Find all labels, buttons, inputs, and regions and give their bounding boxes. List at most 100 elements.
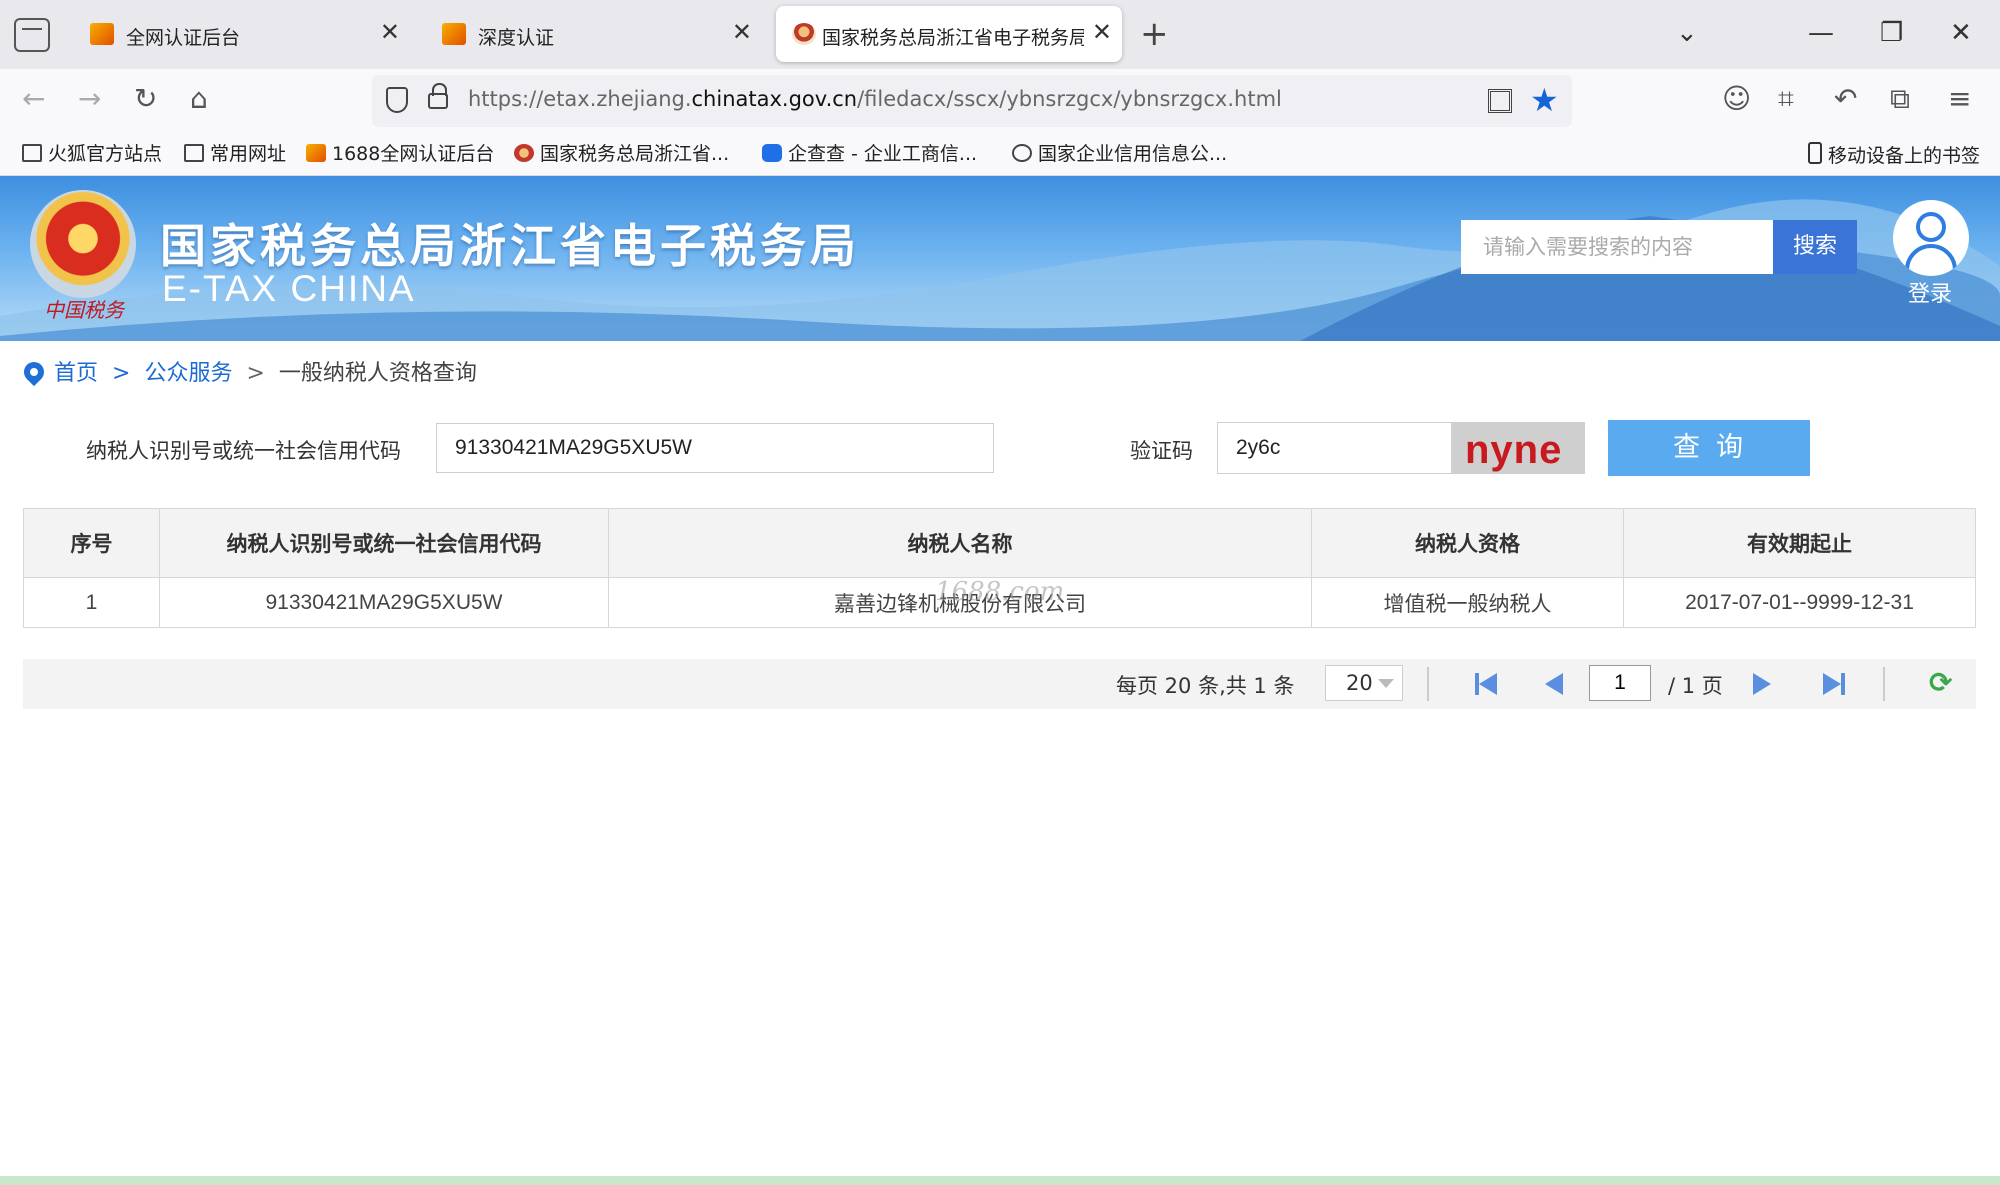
user-avatar-icon[interactable] (1893, 200, 1969, 276)
window-close-icon[interactable]: ✕ (1950, 16, 1972, 50)
pager-divider (1883, 667, 1885, 701)
tab-title: 深度认证 (478, 27, 555, 49)
bookmark-item[interactable]: 火狐官方站点 (22, 142, 162, 166)
tab-list-icon[interactable] (14, 18, 50, 52)
site-search-button[interactable]: 搜索 (1773, 220, 1857, 274)
bookmarks-bar: 火狐官方站点 常用网址 1688全网认证后台 国家税务总局浙江省... 企查查 … (0, 132, 2000, 176)
table-header-row: 序号 纳税人识别号或统一社会信用代码 纳税人名称 纳税人资格 有效期起止 (23, 508, 1976, 578)
close-icon[interactable]: ✕ (380, 18, 400, 46)
back-icon[interactable]: ← (22, 81, 45, 117)
breadcrumb-current: 一般纳税人资格查询 (278, 361, 477, 386)
shield-icon[interactable] (386, 87, 408, 113)
site-search-input[interactable] (1461, 220, 1773, 274)
site-banner: 中国税务 国家税务总局浙江省电子税务局 E-TAX CHINA 搜索 登录 (0, 176, 2000, 341)
breadcrumb-separator: > (246, 361, 265, 386)
first-page-icon[interactable] (1475, 673, 1499, 695)
breadcrumb-section[interactable]: 公众服务 (144, 361, 232, 386)
url-bar[interactable]: https://etax.zhejiang.chinatax.gov.cn/fi… (372, 75, 1572, 127)
captcha-image-text: nyne (1465, 428, 1563, 472)
column-header: 纳税人名称 (608, 508, 1312, 578)
bookmark-item[interactable]: 国家税务总局浙江省... (514, 142, 729, 166)
query-button[interactable]: 查询 (1608, 420, 1810, 476)
pager: 每页 20 条,共 1 条 20 / 1 页 ⟳ (23, 659, 1976, 709)
row-index: 1 (23, 577, 160, 628)
taxpayer-id-label: 纳税人识别号或统一社会信用代码 (86, 439, 401, 463)
site-subtitle: E-TAX CHINA (162, 268, 416, 309)
close-icon[interactable]: ✕ (732, 18, 752, 46)
favicon-orange-icon (442, 23, 466, 45)
result-table: 序号 纳税人识别号或统一社会信用代码 纳税人名称 纳税人资格 有效期起止 1 9… (23, 508, 1976, 628)
page-number-input[interactable] (1589, 665, 1651, 701)
bookmark-item[interactable]: 国家企业信用信息公... (1012, 142, 1227, 166)
extensions-icon[interactable]: ⧉ (1890, 81, 1910, 117)
qr-code-icon[interactable] (1488, 89, 1512, 113)
captcha-image[interactable]: nyne (1451, 422, 1585, 474)
tab-title: 全网认证后台 (126, 27, 241, 49)
bookmark-star-icon[interactable]: ★ (1530, 81, 1559, 119)
breadcrumb: 首页 > 公众服务 > 一般纳税人资格查询 (19, 356, 477, 392)
chevron-down-icon[interactable]: ⌄ (1676, 16, 1698, 50)
site-title: 国家税务总局浙江省电子税务局 (160, 219, 860, 273)
last-page-icon[interactable] (1823, 673, 1847, 695)
lock-icon[interactable] (428, 83, 448, 109)
favicon-orange-icon (90, 23, 114, 45)
tab-etax-active[interactable]: 国家税务总局浙江省电子税务局 ✕ (776, 6, 1122, 62)
home-icon[interactable]: ⌂ (190, 81, 208, 117)
watermark: 1688.com (935, 577, 1065, 607)
favicon-tax-icon (514, 144, 534, 162)
favicon-tax-icon (792, 23, 816, 45)
tab-title: 国家税务总局浙江省电子税务局 (822, 27, 1084, 49)
bookmark-item[interactable]: 企查查 - 企业工商信... (762, 142, 977, 166)
new-tab-icon[interactable]: + (1140, 14, 1169, 54)
column-header: 序号 (23, 508, 160, 578)
row-taxpayer-qualification: 增值税一般纳税人 (1311, 577, 1624, 628)
globe-icon (1012, 144, 1032, 162)
browser-tab-bar: 全网认证后台 ✕ 深度认证 ✕ 国家税务总局浙江省电子税务局 ✕ + ⌄ — ❐… (0, 0, 2000, 69)
restore-icon[interactable]: ❐ (1880, 16, 1903, 50)
login-link[interactable]: 登录 (1908, 276, 1952, 308)
phone-icon (1808, 142, 1822, 164)
refresh-icon[interactable]: ⟳ (1929, 667, 1952, 699)
next-page-icon[interactable] (1753, 673, 1777, 695)
tab-shendu[interactable]: 深度认证 ✕ (422, 6, 766, 62)
column-header: 有效期起止 (1623, 508, 1976, 578)
caret-down-icon (1378, 679, 1394, 688)
tab-quanwang[interactable]: 全网认证后台 ✕ (70, 6, 414, 62)
browser-nav-bar: ← → ↻ ⌂ https://etax.zhejiang.chinatax.g… (0, 69, 2000, 132)
column-header: 纳税人资格 (1311, 508, 1624, 578)
undo-icon[interactable]: ↶ (1834, 81, 1857, 117)
url-text[interactable]: https://etax.zhejiang.chinatax.gov.cn/fi… (468, 87, 1282, 111)
column-header: 纳税人识别号或统一社会信用代码 (159, 508, 609, 578)
captcha-input[interactable] (1217, 422, 1453, 474)
reload-icon[interactable]: ↻ (134, 81, 157, 117)
captcha-label: 验证码 (1130, 439, 1193, 463)
breadcrumb-home[interactable]: 首页 (54, 361, 98, 386)
folder-icon (184, 144, 204, 162)
close-icon[interactable]: ✕ (1092, 18, 1112, 46)
national-emblem-icon (30, 190, 136, 298)
favicon-orange-icon (306, 144, 326, 162)
page-total: / 1 页 (1668, 674, 1723, 698)
favicon-qcc-icon (762, 144, 782, 162)
crop-icon[interactable]: ⌗ (1778, 81, 1794, 117)
folder-icon (22, 144, 42, 162)
bookmark-item[interactable]: 1688全网认证后台 (306, 142, 494, 166)
location-pin-icon (19, 357, 49, 387)
taxpayer-id-input[interactable] (436, 423, 994, 473)
breadcrumb-separator: > (112, 361, 131, 386)
minimize-icon[interactable]: — (1808, 16, 1834, 50)
pager-divider (1427, 667, 1429, 701)
prev-page-icon[interactable] (1545, 673, 1569, 695)
emblem-caption: 中国税务 (44, 298, 124, 322)
bookmark-item[interactable]: 常用网址 (184, 142, 286, 166)
page-size-value: 20 (1346, 671, 1373, 695)
row-validity-period: 2017-07-01--9999-12-31 (1623, 577, 1976, 628)
forward-icon[interactable]: → (78, 81, 101, 117)
pager-info: 每页 20 条,共 1 条 (1116, 674, 1295, 698)
account-icon[interactable]: ☺ (1722, 81, 1751, 117)
mobile-bookmarks[interactable]: 移动设备上的书签 (1808, 142, 1980, 168)
page-size-select[interactable]: 20 (1325, 665, 1403, 701)
menu-icon[interactable]: ≡ (1948, 81, 1971, 117)
row-taxpayer-id: 91330421MA29G5XU5W (159, 577, 609, 628)
bottom-strip (0, 1176, 2000, 1185)
